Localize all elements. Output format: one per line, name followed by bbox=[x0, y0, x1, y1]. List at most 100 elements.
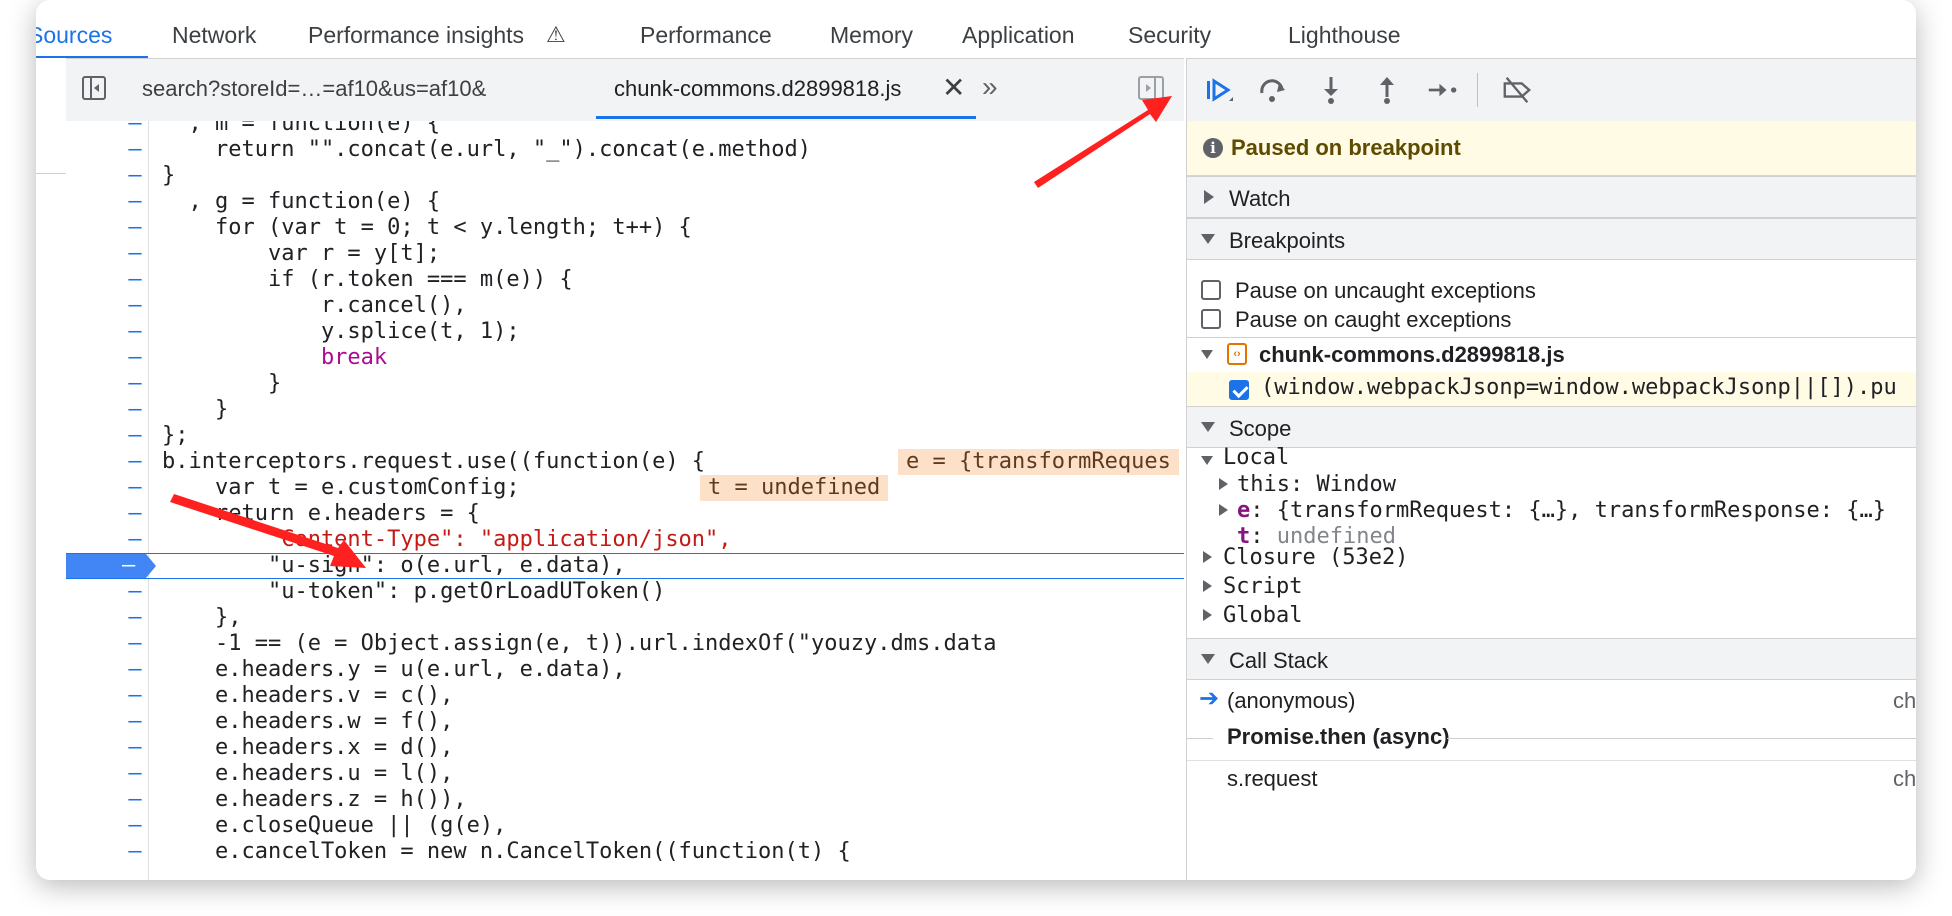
tab-security[interactable]: Security bbox=[1128, 22, 1211, 49]
deactivate-breakpoints-icon[interactable] bbox=[1501, 75, 1533, 105]
line-number[interactable]: – bbox=[122, 501, 148, 527]
scope-script[interactable]: Script bbox=[1223, 574, 1302, 599]
current-frame-arrow-icon: ➔ bbox=[1199, 685, 1220, 712]
code-line: – var t = e.customConfig; t = undefined bbox=[66, 475, 1184, 501]
step-icon[interactable] bbox=[1427, 75, 1459, 105]
line-number[interactable]: – bbox=[122, 189, 148, 215]
pause-uncaught-label: Pause on uncaught exceptions bbox=[1235, 278, 1536, 303]
line-number[interactable]: – bbox=[122, 579, 148, 605]
line-number[interactable]: – bbox=[122, 605, 148, 631]
line-number[interactable]: – bbox=[122, 137, 148, 163]
scope-global[interactable]: Global bbox=[1223, 603, 1302, 628]
line-number[interactable]: – bbox=[122, 839, 148, 865]
resume-icon[interactable] bbox=[1203, 75, 1235, 105]
code-line: – var r = y[t]; bbox=[66, 241, 1184, 267]
call-stack-section-header[interactable]: Call Stack bbox=[1187, 638, 1916, 680]
line-number[interactable]: – bbox=[122, 813, 148, 839]
tab-lighthouse[interactable]: Lighthouse bbox=[1288, 22, 1401, 49]
line-number[interactable]: – bbox=[122, 293, 148, 319]
close-icon[interactable]: ✕ bbox=[942, 71, 965, 104]
breakpoint-row[interactable]: (window.webpackJsonp=window.webpackJsonp… bbox=[1187, 372, 1916, 406]
tab-performance[interactable]: Performance bbox=[640, 22, 772, 49]
editor-tab-chunk-commons[interactable]: chunk-commons.d2899818.js bbox=[614, 76, 901, 102]
code-line: – return e.headers = { bbox=[66, 501, 1184, 527]
call-frame-s-request[interactable]: s.request bbox=[1227, 766, 1318, 792]
call-frame-location[interactable]: ch bbox=[1893, 688, 1916, 714]
collapse-arrow-icon bbox=[1201, 234, 1215, 244]
watch-section-header[interactable]: Watch bbox=[1187, 176, 1916, 218]
step-into-icon[interactable] bbox=[1315, 75, 1347, 105]
line-number[interactable]: – bbox=[122, 475, 148, 501]
line-number[interactable]: – bbox=[122, 215, 148, 241]
step-out-icon[interactable] bbox=[1371, 75, 1403, 105]
divider bbox=[1187, 337, 1916, 338]
editor-tabbar: search?storeId=…=af10&us=af10& chunk-com… bbox=[66, 58, 1184, 122]
debugger-toolbar bbox=[1187, 58, 1916, 122]
line-number[interactable]: – bbox=[122, 709, 148, 735]
line-number[interactable]: – bbox=[122, 371, 148, 397]
code-editor[interactable]: – , m = function(e) { – return "".concat… bbox=[66, 121, 1184, 880]
scope-closure[interactable]: Closure (53e2) bbox=[1223, 545, 1408, 570]
section-title: Watch bbox=[1229, 186, 1291, 211]
toggle-debugger-icon[interactable] bbox=[1138, 76, 1164, 100]
tab-sources[interactable]: Sources bbox=[36, 22, 112, 49]
line-number[interactable]: – bbox=[122, 319, 148, 345]
line-number[interactable]: – bbox=[122, 241, 148, 267]
scope-e[interactable]: e: {transformRequest: {…}, transformResp… bbox=[1237, 498, 1886, 523]
expand-arrow-icon[interactable] bbox=[1203, 551, 1212, 563]
editor-tab-search[interactable]: search?storeId=…=af10&us=af10& bbox=[142, 76, 486, 102]
divider bbox=[1187, 760, 1916, 761]
code-text: e.headers.x = d(), bbox=[162, 735, 454, 760]
collapse-arrow-icon[interactable] bbox=[1201, 350, 1213, 359]
line-number[interactable]: – bbox=[122, 787, 148, 813]
code-line: – -1 == (e = Object.assign(e, t)).url.in… bbox=[66, 631, 1184, 657]
scope-section-header[interactable]: Scope bbox=[1187, 406, 1916, 448]
inline-value-t: t = undefined bbox=[700, 475, 889, 501]
pause-uncaught-checkbox[interactable] bbox=[1201, 280, 1221, 300]
line-number[interactable]: – bbox=[122, 345, 148, 371]
line-number[interactable]: – bbox=[122, 423, 148, 449]
toggle-navigator-icon[interactable] bbox=[82, 76, 106, 100]
line-number[interactable]: – bbox=[122, 449, 148, 475]
line-number[interactable]: – bbox=[122, 657, 148, 683]
scope-local[interactable]: Local bbox=[1223, 445, 1289, 470]
scope-this[interactable]: this: Window bbox=[1237, 472, 1396, 497]
more-tabs-icon[interactable]: » bbox=[982, 71, 997, 103]
code-text: for (var t = 0; t < y.length; t++) { bbox=[162, 215, 692, 240]
code-text: , g = function(e) { bbox=[162, 189, 441, 214]
line-number[interactable]: – bbox=[122, 121, 148, 137]
tab-network[interactable]: Network bbox=[172, 22, 256, 49]
line-number[interactable]: – bbox=[122, 735, 148, 761]
line-number[interactable]: – bbox=[122, 631, 148, 657]
pause-caught-label: Pause on caught exceptions bbox=[1235, 307, 1512, 332]
line-number[interactable]: – bbox=[122, 163, 148, 189]
line-number[interactable]: – bbox=[122, 397, 148, 423]
line-number[interactable]: – bbox=[122, 527, 148, 553]
code-text: }; bbox=[162, 423, 189, 448]
code-line: – }; bbox=[66, 423, 1184, 449]
breakpoint-marker[interactable]: – bbox=[66, 553, 156, 578]
expand-arrow-icon[interactable] bbox=[1203, 609, 1212, 621]
breakpoints-section-header[interactable]: Breakpoints bbox=[1187, 218, 1916, 260]
line-number[interactable]: – bbox=[122, 267, 148, 293]
call-frame-anonymous[interactable]: (anonymous) bbox=[1227, 688, 1355, 714]
tab-memory[interactable]: Memory bbox=[830, 22, 913, 49]
line-number[interactable]: – bbox=[122, 761, 148, 787]
expand-arrow-icon[interactable] bbox=[1203, 580, 1212, 592]
code-line: – return "".concat(e.url, "_").concat(e.… bbox=[66, 137, 1184, 163]
toolbar-divider bbox=[1477, 73, 1478, 107]
line-number[interactable]: – bbox=[122, 683, 148, 709]
pause-caught-checkbox[interactable] bbox=[1201, 309, 1221, 329]
tab-performance-insights[interactable]: Performance insights bbox=[308, 22, 524, 49]
breakpoint-checkbox[interactable] bbox=[1229, 380, 1249, 400]
code-text: e.headers.y = u(e.url, e.data), bbox=[162, 657, 626, 682]
code-line: – } bbox=[66, 397, 1184, 423]
expand-arrow-icon[interactable] bbox=[1219, 478, 1228, 490]
tab-application[interactable]: Application bbox=[962, 22, 1075, 49]
call-frame-location[interactable]: ch bbox=[1893, 766, 1916, 792]
collapse-arrow-icon[interactable] bbox=[1201, 456, 1213, 465]
step-over-icon[interactable] bbox=[1257, 75, 1289, 105]
debugger-sidebar: i Paused on breakpoint Watch Breakpoints… bbox=[1186, 58, 1916, 880]
code-text: }, bbox=[162, 605, 242, 630]
expand-arrow-icon[interactable] bbox=[1219, 504, 1228, 516]
